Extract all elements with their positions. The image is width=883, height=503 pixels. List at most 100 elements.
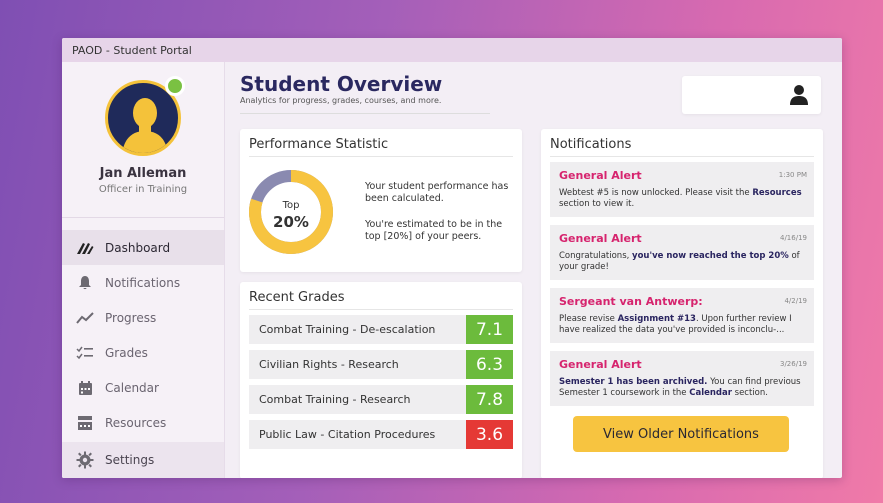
- main-content: Student Overview Analytics for progress,…: [225, 62, 842, 478]
- grade-type: Research: [360, 393, 411, 406]
- ring-label-top: Top: [282, 200, 300, 211]
- notification-time: 4/16/19: [780, 234, 807, 242]
- sidebar-item-grades[interactable]: Grades: [62, 335, 224, 370]
- ring-label-value: 20%: [273, 213, 309, 231]
- notification-text: Webtest #5 is now unlocked. Please visit…: [559, 188, 753, 198]
- notification-text: section to view it.: [559, 199, 635, 209]
- sidebar-item-dashboard[interactable]: Dashboard: [62, 230, 224, 265]
- user-name: Jan Alleman: [99, 166, 187, 181]
- notifications-title: Notifications: [550, 137, 632, 152]
- grade-row[interactable]: Combat Training - De-escalation 7.1: [249, 315, 513, 344]
- app-window: PAOD - Student Portal Jan Alleman Office…: [62, 38, 842, 478]
- dashboard-logo-icon: [76, 239, 94, 257]
- settings-label: Settings: [105, 453, 155, 467]
- sidebar-item-label: Notifications: [105, 275, 181, 290]
- bell-icon: [76, 274, 94, 292]
- sidebar-item-label: Grades: [105, 345, 148, 360]
- avatar-container[interactable]: [105, 76, 185, 156]
- performance-ring: Top 20%: [249, 162, 333, 262]
- notification-time: 1:30 PM: [778, 171, 807, 179]
- grade-label: Public Law - Citation Procedures: [249, 428, 466, 441]
- sidebar-item-resources[interactable]: Resources: [62, 405, 224, 440]
- sidebar-item-calendar[interactable]: Calendar: [62, 370, 224, 405]
- page-subtitle: Analytics for progress, grades, courses,…: [240, 96, 442, 105]
- grade-course: Combat Training: [259, 323, 350, 336]
- grade-sep: -: [337, 358, 349, 371]
- notification-item[interactable]: General Alert 4/16/19 Congratulations, y…: [550, 225, 814, 280]
- notification-title: General Alert: [559, 358, 642, 371]
- grade-type: Research: [348, 358, 399, 371]
- sidebar-item-label: Resources: [105, 415, 167, 430]
- notification-body: Congratulations, you've now reached the …: [559, 251, 805, 273]
- notification-body: Webtest #5 is now unlocked. Please visit…: [559, 188, 805, 210]
- grade-row[interactable]: Combat Training - Research 7.8: [249, 385, 513, 414]
- sidebar-item-label: Calendar: [105, 380, 159, 395]
- resources-icon: [76, 414, 94, 432]
- notification-body: Semester 1 has been archived. You can fi…: [559, 377, 805, 399]
- notification-time: 4/2/19: [784, 297, 807, 305]
- card-divider: [249, 156, 513, 157]
- trend-line-icon: [76, 309, 94, 327]
- notification-title: General Alert: [559, 232, 642, 245]
- grade-sep: -: [316, 428, 328, 441]
- grade-label: Civilian Rights - Research: [249, 358, 466, 371]
- notification-text: section.: [731, 388, 768, 398]
- title-divider: [240, 113, 490, 114]
- notification-item[interactable]: General Alert 1:30 PM Webtest #5 is now …: [550, 162, 814, 217]
- grades-card: Recent Grades Combat Training - De-escal…: [240, 282, 522, 478]
- grades-title: Recent Grades: [249, 290, 345, 305]
- grade-course: Civilian Rights: [259, 358, 338, 371]
- grade-value: 7.1: [466, 315, 513, 344]
- notification-bold-text: Assignment #13: [617, 314, 696, 324]
- performance-text-2: You're estimated to be in the top [20%] …: [365, 219, 503, 242]
- notification-bold-text: Semester 1 has been archived.: [559, 377, 708, 387]
- notifications-card: Notifications General Alert 1:30 PM Webt…: [541, 129, 823, 478]
- grade-type: De-escalation: [360, 323, 436, 336]
- grade-label: Combat Training - De-escalation: [249, 323, 466, 336]
- grade-row[interactable]: Civilian Rights - Research 6.3: [249, 350, 513, 379]
- user-profile-icon[interactable]: [789, 84, 809, 110]
- notification-text: Congratulations,: [559, 251, 633, 261]
- performance-card: Performance Statistic Top 20% Your stude…: [240, 129, 522, 272]
- notification-item[interactable]: General Alert 3/26/19 Semester 1 has bee…: [550, 351, 814, 406]
- sidebar-item-label: Dashboard: [105, 240, 171, 255]
- grade-row[interactable]: Public Law - Citation Procedures 3.6: [249, 420, 513, 449]
- user-role: Officer in Training: [98, 184, 188, 195]
- performance-ring-chart: [249, 170, 333, 254]
- performance-title: Performance Statistic: [249, 137, 389, 152]
- notification-bold-text: you've now reached the top 20%: [632, 251, 789, 261]
- online-status-dot: [165, 76, 185, 96]
- grade-sep: -: [349, 393, 361, 406]
- notification-link-text: Resources: [752, 188, 802, 198]
- checklist-icon: [76, 344, 94, 362]
- notification-text: Please revise: [559, 314, 618, 324]
- sidebar-divider: [62, 217, 224, 218]
- sidebar-item-notifications[interactable]: Notifications: [62, 265, 224, 300]
- sidebar-item-label: Progress: [105, 310, 157, 325]
- notification-time: 3/26/19: [780, 360, 807, 368]
- card-divider: [550, 156, 814, 157]
- notification-title: Sergeant van Antwerp:: [559, 295, 703, 308]
- grade-label: Combat Training - Research: [249, 393, 466, 406]
- grade-value: 3.6: [466, 420, 513, 449]
- sidebar: Jan Alleman Officer in Training Dashboar…: [62, 62, 225, 478]
- grade-value: 7.8: [466, 385, 513, 414]
- sidebar-item-progress[interactable]: Progress: [62, 300, 224, 335]
- page-title: Student Overview: [240, 72, 443, 96]
- grade-value: 6.3: [466, 350, 513, 379]
- notification-title: General Alert: [559, 169, 642, 182]
- sidebar-item-settings[interactable]: Settings: [62, 442, 224, 478]
- grade-type: Citation Procedures: [327, 428, 436, 441]
- view-older-notifications-button[interactable]: View Older Notifications: [573, 416, 789, 452]
- gear-icon: [76, 451, 94, 469]
- notification-body: Please revise Assignment #13. Upon furth…: [559, 314, 805, 336]
- profile-box[interactable]: [682, 76, 821, 114]
- performance-text-1: Your student performance has been calcul…: [365, 181, 509, 204]
- card-divider: [249, 309, 513, 310]
- window-titlebar: PAOD - Student Portal: [62, 38, 842, 62]
- window-title: PAOD - Student Portal: [72, 43, 192, 57]
- grade-course: Public Law: [259, 428, 317, 441]
- notification-item[interactable]: Sergeant van Antwerp: 4/2/19 Please revi…: [550, 288, 814, 343]
- grade-sep: -: [349, 323, 361, 336]
- notification-link-text: Calendar: [689, 388, 732, 398]
